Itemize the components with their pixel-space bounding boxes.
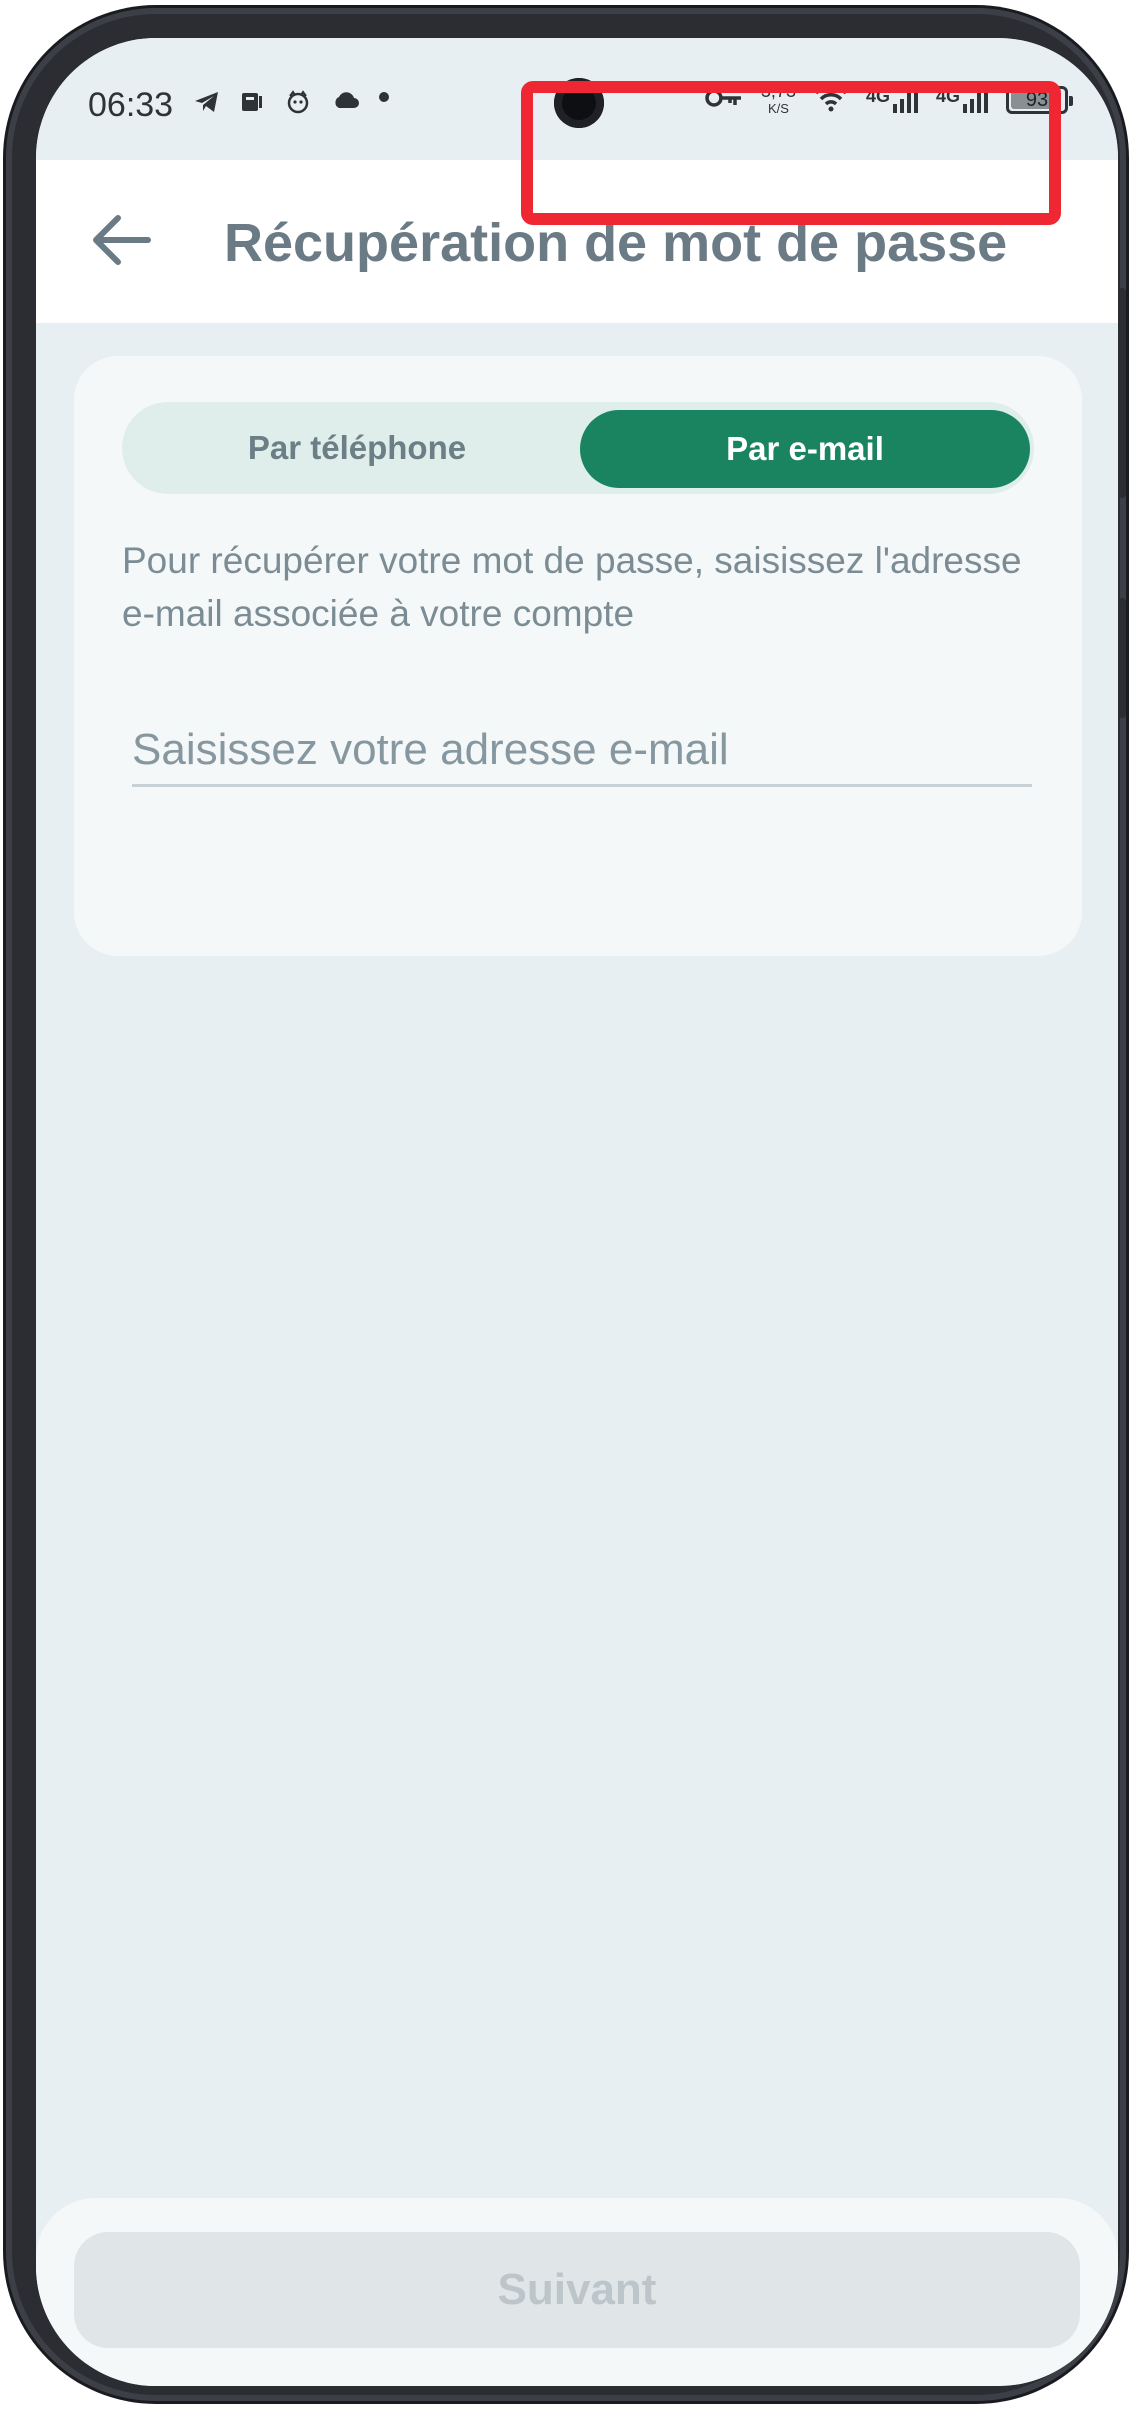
email-input[interactable] <box>132 716 1032 787</box>
mascot-icon <box>286 90 310 114</box>
screen: 06:33 3,73 K/S 4G 4G 93 Récupération de … <box>36 38 1118 2386</box>
volume-button <box>1118 288 1126 498</box>
app-notification-icon <box>240 90 264 114</box>
notification-icons <box>194 90 402 114</box>
recovery-method-toggle: Par téléphone Par e-mail <box>122 402 1034 494</box>
instructions-text: Pour récupérer votre mot de passe, saisi… <box>122 540 1022 634</box>
tab-phone[interactable]: Par téléphone <box>122 402 592 494</box>
phone-frame: 06:33 3,73 K/S 4G 4G 93 Récupération de … <box>6 8 1126 2401</box>
tab-email[interactable]: Par e-mail <box>580 410 1030 488</box>
dot-icon <box>378 90 402 114</box>
cloud-icon <box>332 90 359 114</box>
power-button <box>1118 598 1126 718</box>
arrow-left-icon <box>93 215 151 265</box>
telegram-icon <box>194 90 218 114</box>
next-button[interactable]: Suivant <box>74 2232 1080 2348</box>
status-time: 06:33 <box>88 86 174 124</box>
back-button[interactable] <box>88 210 158 270</box>
highlight-box <box>521 81 1061 225</box>
recovery-card: Par téléphone Par e-mail Pour récupérer … <box>74 356 1082 956</box>
